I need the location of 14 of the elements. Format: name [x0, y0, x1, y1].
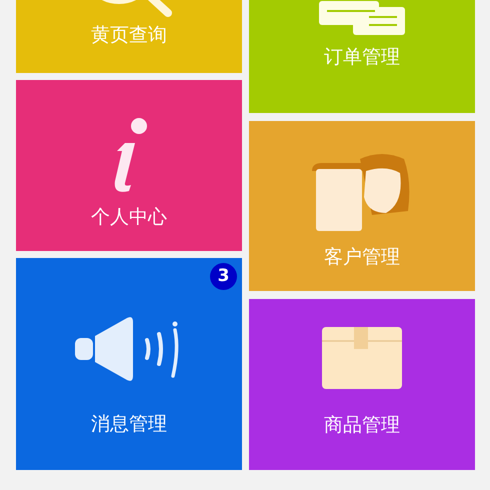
menu-tile[interactable]: 客户管理 — [249, 121, 475, 291]
document-icon — [319, 1, 405, 35]
menu-tile[interactable]: 商品管理 — [249, 299, 475, 470]
count-badge: 3 — [210, 263, 237, 290]
people-icon — [312, 151, 412, 233]
tile-label: 订单管理 — [324, 45, 400, 69]
tile-label: 客户管理 — [324, 245, 400, 269]
tile-label: 消息管理 — [91, 412, 167, 436]
tile-label: 黄页查询 — [91, 23, 167, 47]
box-icon — [322, 327, 402, 389]
menu-tile[interactable]: 个人中心 — [16, 80, 242, 251]
menu-tile[interactable]: 消息管理 3 — [16, 258, 242, 470]
tile-label: 商品管理 — [324, 413, 400, 437]
tile-label: 个人中心 — [91, 205, 167, 229]
